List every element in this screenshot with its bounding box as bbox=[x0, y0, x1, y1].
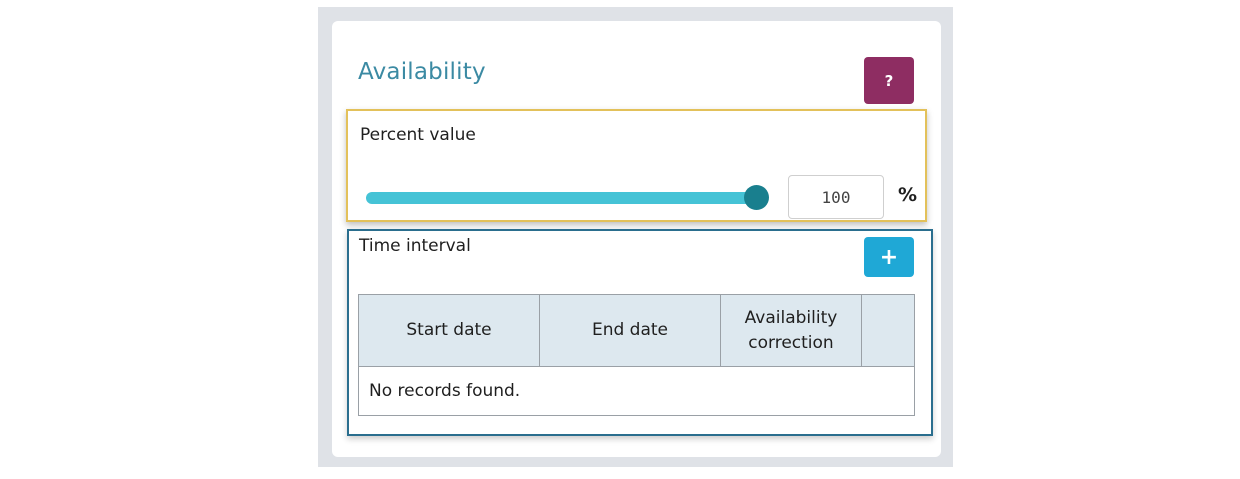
column-header-availability-correction[interactable]: Availability correction bbox=[720, 294, 862, 367]
percent-value-input[interactable] bbox=[788, 175, 884, 219]
percent-value-label: Percent value bbox=[360, 125, 476, 145]
column-header-end-date[interactable]: End date bbox=[539, 294, 721, 367]
add-interval-button[interactable]: + bbox=[864, 237, 914, 277]
time-interval-label: Time interval bbox=[359, 236, 471, 256]
availability-card: Availability ? Percent value % Time inte… bbox=[332, 21, 941, 457]
panel-title: Availability bbox=[358, 59, 486, 85]
percent-value-section: Percent value % bbox=[346, 109, 927, 222]
table-header-row: Start date End date Availability correct… bbox=[358, 294, 915, 367]
table-row: No records found. bbox=[358, 366, 915, 416]
time-interval-table: Start date End date Availability correct… bbox=[358, 294, 915, 416]
column-header-actions bbox=[861, 294, 915, 367]
percent-slider-thumb[interactable] bbox=[744, 185, 769, 210]
percent-slider-track[interactable] bbox=[366, 192, 756, 204]
time-interval-section: Time interval + Start date End date Avai… bbox=[347, 229, 933, 436]
column-header-start-date[interactable]: Start date bbox=[358, 294, 540, 367]
empty-table-message: No records found. bbox=[358, 366, 915, 416]
panel-background: Availability ? Percent value % Time inte… bbox=[318, 7, 953, 467]
help-button[interactable]: ? bbox=[864, 57, 914, 104]
percent-unit: % bbox=[898, 184, 918, 206]
